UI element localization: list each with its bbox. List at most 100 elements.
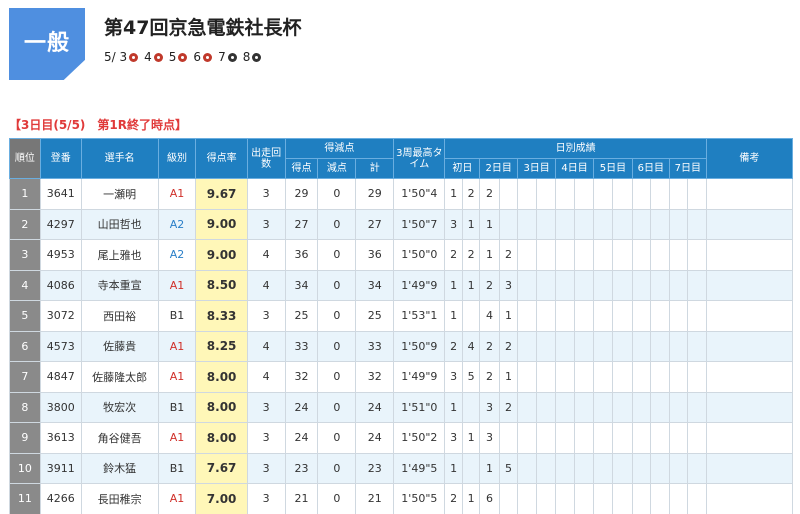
remarks-cell bbox=[705, 178, 794, 210]
race-day-4[interactable]: 6 bbox=[193, 50, 213, 64]
header-rank[interactable]: 順位 bbox=[9, 138, 41, 179]
racer-name-cell[interactable]: 寺本重宣 bbox=[80, 269, 159, 301]
reg-no-cell: 3800 bbox=[39, 391, 82, 423]
points-cell: 32 bbox=[284, 361, 319, 393]
rate-cell: 8.00 bbox=[195, 422, 248, 454]
deduct-cell: 0 bbox=[317, 391, 357, 423]
header-name[interactable]: 選手名 bbox=[80, 138, 159, 179]
racer-name-cell[interactable]: 西田裕 bbox=[80, 300, 159, 332]
race-result-cell bbox=[650, 452, 670, 484]
race-result-cell bbox=[592, 483, 614, 514]
grade-cell: A1 bbox=[157, 361, 197, 393]
race-day-6[interactable]: 8 bbox=[243, 50, 262, 64]
red-dot-icon bbox=[153, 52, 163, 62]
header-best-lap[interactable]: 3周最高タイム bbox=[393, 138, 446, 179]
racer-name-cell[interactable]: 角谷健吾 bbox=[80, 422, 159, 454]
deduct-cell: 0 bbox=[317, 330, 357, 362]
race-result-cell: 1 bbox=[479, 208, 500, 240]
header-day-5: 5日目 bbox=[592, 158, 633, 179]
race-result-cell bbox=[555, 178, 575, 210]
header-day-1: 初日 bbox=[444, 158, 481, 179]
race-result-cell bbox=[687, 208, 707, 240]
header-day-2: 2日目 bbox=[479, 158, 519, 179]
race-result-cell: 2 bbox=[479, 269, 500, 301]
race-result-cell bbox=[535, 300, 557, 332]
reg-no-cell: 3613 bbox=[39, 422, 82, 454]
best-lap-cell: 1'53"1 bbox=[393, 300, 446, 332]
race-result-cell bbox=[573, 452, 594, 484]
header-grade[interactable]: 級別 bbox=[157, 138, 197, 179]
best-lap-cell: 1'50"2 bbox=[393, 422, 446, 454]
deduct-cell: 0 bbox=[317, 269, 357, 301]
race-result-cell bbox=[498, 208, 519, 240]
race-day-label: 8 bbox=[242, 50, 251, 64]
rank-cell: 7 bbox=[9, 361, 41, 393]
rank-cell: 6 bbox=[9, 330, 41, 362]
race-result-cell: 3 bbox=[444, 361, 463, 393]
racer-name-cell[interactable]: 牧宏次 bbox=[80, 391, 159, 423]
race-day-2[interactable]: 4 bbox=[144, 50, 163, 64]
race-result-cell bbox=[555, 330, 575, 362]
racer-name-cell[interactable]: 一瀬明 bbox=[80, 178, 159, 210]
grade-cell: A2 bbox=[157, 208, 197, 240]
header-total[interactable]: 計 bbox=[355, 158, 395, 179]
best-lap-cell: 1'51"0 bbox=[393, 391, 446, 423]
racer-name-cell[interactable]: 山田哲也 bbox=[80, 208, 159, 240]
race-result-cell bbox=[535, 330, 557, 362]
starts-cell: 3 bbox=[246, 391, 286, 423]
racer-name-cell[interactable]: 鈴木猛 bbox=[80, 452, 159, 484]
race-result-cell bbox=[592, 330, 614, 362]
reg-no-cell: 4847 bbox=[39, 361, 82, 393]
race-result-cell bbox=[573, 361, 594, 393]
rank-cell: 2 bbox=[9, 208, 41, 240]
race-result-cell bbox=[631, 330, 652, 362]
deduct-cell: 0 bbox=[317, 208, 357, 240]
race-result-cell bbox=[631, 300, 652, 332]
points-cell: 36 bbox=[284, 239, 319, 271]
race-result-cell bbox=[668, 208, 689, 240]
remarks-cell bbox=[705, 239, 794, 271]
grade-cell: A2 bbox=[157, 239, 197, 271]
race-result-cell bbox=[517, 269, 537, 301]
racer-name-cell[interactable]: 長田稚宗 bbox=[80, 483, 159, 514]
race-result-cell bbox=[612, 391, 633, 423]
total-cell: 29 bbox=[355, 178, 395, 210]
race-result-cell bbox=[535, 422, 557, 454]
remarks-cell bbox=[705, 361, 794, 393]
header-points[interactable]: 得点 bbox=[284, 158, 319, 179]
header-reg-no[interactable]: 登番 bbox=[39, 138, 82, 179]
race-day-5[interactable]: 7 bbox=[218, 50, 237, 64]
race-day-1[interactable]: 5/ 3 bbox=[104, 50, 139, 64]
race-result-cell bbox=[631, 178, 652, 210]
race-result-cell bbox=[631, 452, 652, 484]
header-day-6: 6日目 bbox=[631, 158, 670, 179]
grade-cell: B1 bbox=[157, 300, 197, 332]
race-result-cell bbox=[668, 300, 689, 332]
race-result-cell bbox=[592, 208, 614, 240]
race-day-3[interactable]: 5 bbox=[169, 50, 188, 64]
race-result-cell bbox=[555, 300, 575, 332]
total-cell: 23 bbox=[355, 452, 395, 484]
race-result-cell bbox=[631, 422, 652, 454]
racer-name-cell[interactable]: 佐藤貴 bbox=[80, 330, 159, 362]
total-cell: 25 bbox=[355, 300, 395, 332]
total-cell: 32 bbox=[355, 361, 395, 393]
header-starts[interactable]: 出走回数 bbox=[246, 138, 286, 179]
deduct-cell: 0 bbox=[317, 300, 357, 332]
race-result-cell bbox=[573, 391, 594, 423]
racer-name-cell[interactable]: 佐藤隆太郎 bbox=[80, 361, 159, 393]
race-result-cell bbox=[650, 361, 670, 393]
rank-cell: 5 bbox=[9, 300, 41, 332]
header-rate[interactable]: 得点率 bbox=[195, 138, 248, 179]
race-result-cell bbox=[687, 483, 707, 514]
points-cell: 29 bbox=[284, 178, 319, 210]
race-day-label: 5 bbox=[168, 50, 177, 64]
remarks-cell bbox=[705, 422, 794, 454]
race-result-cell: 2 bbox=[479, 361, 500, 393]
racer-name-cell[interactable]: 尾上雅也 bbox=[80, 239, 159, 271]
best-lap-cell: 1'50"9 bbox=[393, 330, 446, 362]
rank-cell: 8 bbox=[9, 391, 41, 423]
grade-cell: A1 bbox=[157, 178, 197, 210]
race-result-cell bbox=[650, 300, 670, 332]
header-deduct[interactable]: 減点 bbox=[317, 158, 357, 179]
